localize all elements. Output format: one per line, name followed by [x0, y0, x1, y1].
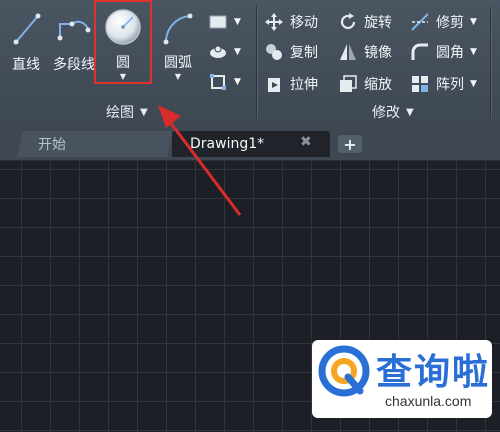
watermark-logo-icon: [318, 345, 370, 397]
watermark-url: chaxunla.com: [385, 393, 472, 409]
watermark-brand: 查询啦: [376, 352, 491, 393]
